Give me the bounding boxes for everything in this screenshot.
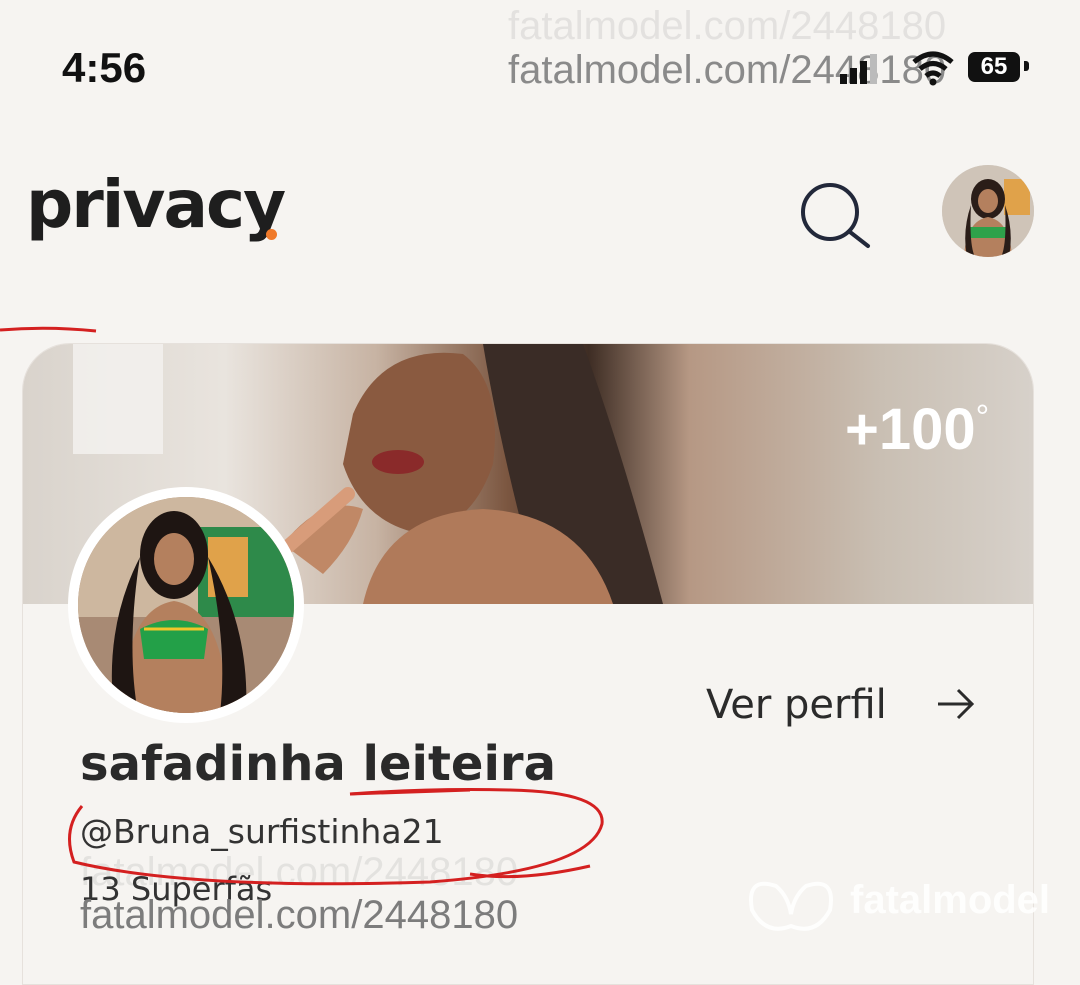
search-icon [801,183,870,248]
cover-stat-value: +100 [845,397,976,462]
wifi-icon [912,51,954,86]
watermark-butterfly-icon [749,881,833,931]
profile-avatar-photo [78,497,294,713]
view-profile-arrow[interactable] [934,686,978,722]
arrow-right-icon [938,688,975,720]
annotation-circle [68,788,604,886]
signal-icon [840,54,877,84]
watermark-brand: fatalmodel [850,878,1051,922]
cover-stat: +100° [845,396,989,463]
profile-avatar[interactable] [68,487,304,723]
view-profile-link[interactable]: Ver perfil [706,682,887,728]
battery-nub [1024,61,1029,71]
status-icons: 65 [838,50,1038,90]
annotation-mark [0,326,97,333]
user-avatar[interactable] [942,165,1034,257]
status-time: 4:56 [62,44,147,91]
logo-accent-dot [266,229,277,240]
avatar-photo [78,497,294,713]
search-button[interactable] [796,180,876,250]
watermark-bottom: fatalmodel.com/2448180 [80,893,519,937]
privacy-logo[interactable]: privacy [26,166,286,243]
battery-icon: 65 [968,52,1020,82]
cover-stat-symbol: ° [975,398,990,437]
avatar-photo [942,165,1034,257]
watermark-top-faint: fatalmodel.com/2448180 [508,4,947,48]
